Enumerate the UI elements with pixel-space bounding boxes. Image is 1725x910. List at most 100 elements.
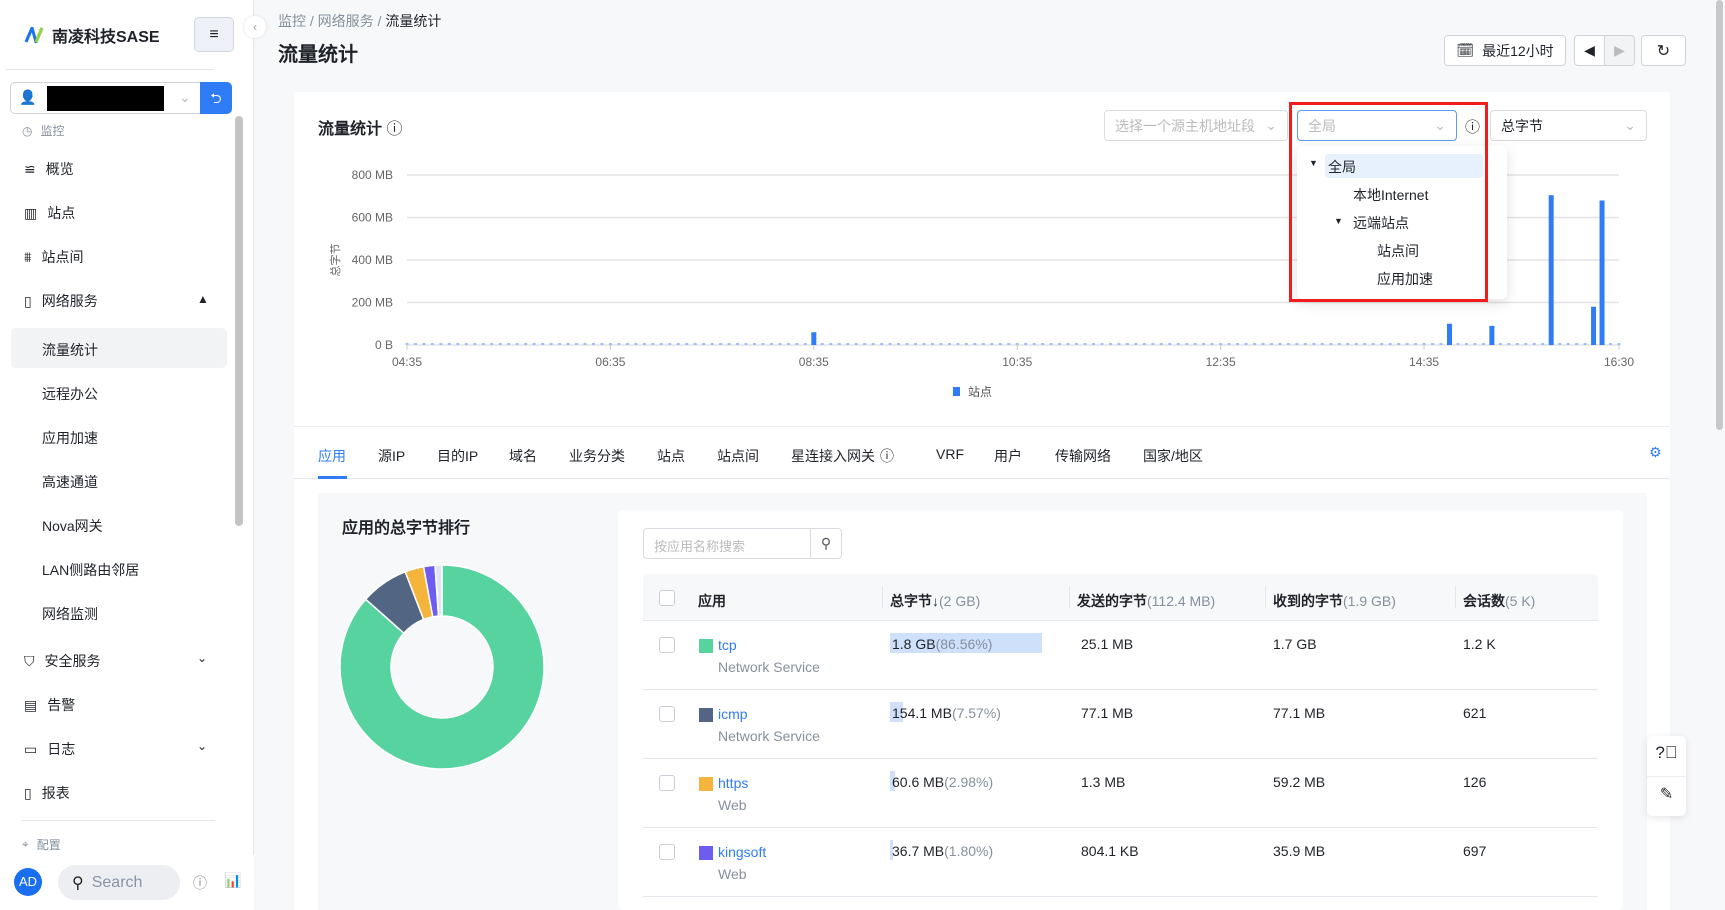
tab-11[interactable]: 国家/地区 <box>1143 446 1203 466</box>
app-name-link[interactable]: icmp <box>718 706 748 722</box>
row-checkbox[interactable] <box>659 844 675 860</box>
bar-baseline <box>1049 343 1053 345</box>
bar-baseline <box>956 343 960 345</box>
sidebar-item-report[interactable]: ▯ 报表 <box>24 783 70 803</box>
legend-swatch <box>953 387 960 396</box>
bar-baseline <box>778 343 782 345</box>
row-checkbox[interactable] <box>659 706 675 722</box>
app-category: Network Service <box>718 728 820 744</box>
sidebar-item-alarm[interactable]: ▤ 告警 <box>24 695 75 715</box>
bar-baseline <box>1134 343 1138 345</box>
table-row[interactable] <box>643 828 1598 897</box>
tab-6[interactable]: 站点间 <box>717 446 759 466</box>
bar-baseline <box>1100 343 1104 345</box>
ranking-title: 应用的总字节排行 <box>342 520 471 537</box>
sidebar-item-lan-neighbors[interactable]: LAN侧路由邻居 <box>42 560 139 580</box>
time-range-button[interactable]: 🗓 最近12小时 <box>1444 35 1566 66</box>
account-selector[interactable]: 👤 ⌄ <box>10 82 201 114</box>
chevron-down-icon: ⌄ <box>197 651 208 665</box>
tab-4[interactable]: 业务分类 <box>569 446 625 466</box>
bar-baseline <box>507 343 511 345</box>
help-button[interactable]: ?⃝ <box>1647 743 1686 763</box>
sidebar-item-network-monitor[interactable]: 网络监测 <box>42 604 98 624</box>
bar[interactable] <box>1489 325 1495 345</box>
bar-baseline <box>880 343 884 345</box>
app-search-button[interactable]: ⚲ <box>810 528 842 559</box>
app-color-swatch <box>699 846 713 860</box>
metric-select[interactable]: 总字节 ⌄ <box>1490 110 1647 141</box>
bar-baseline <box>1024 343 1028 345</box>
page-scrollbar[interactable] <box>1716 0 1723 430</box>
chart-card-title: 流量统计 ⓘ <box>318 121 403 138</box>
bar-baseline <box>1397 343 1401 345</box>
bar-baseline <box>1032 343 1036 345</box>
avatar[interactable]: AD <box>14 868 42 896</box>
tab-3[interactable]: 域名 <box>509 446 537 466</box>
sidebar-item-remote-office[interactable]: 远程办公 <box>42 384 98 404</box>
bar-baseline <box>1151 343 1155 345</box>
sidebar-item-traffic-stats[interactable]: 流量统计 <box>42 340 98 360</box>
prev-period-button[interactable]: ◀ <box>1574 35 1605 66</box>
edit-button[interactable]: ✎ <box>1647 784 1686 804</box>
bar[interactable] <box>1446 323 1452 345</box>
bar[interactable] <box>811 332 817 345</box>
row-checkbox[interactable] <box>659 775 675 791</box>
bar[interactable] <box>1548 195 1554 345</box>
table-row[interactable] <box>643 759 1598 828</box>
column-header-3[interactable]: 收到的字节(1.9 GB) <box>1273 591 1396 611</box>
sidebar-item-express-channel[interactable]: 高速通道 <box>42 472 98 492</box>
sidebar-item-app-acceleration[interactable]: 应用加速 <box>42 428 98 448</box>
next-period-button[interactable]: ▶ <box>1604 35 1635 66</box>
switch-account-button[interactable]: ⮌ <box>200 82 232 114</box>
chart-legend[interactable]: 站点 <box>953 383 992 400</box>
breadcrumb-monitor[interactable]: 监控 <box>278 13 306 29</box>
bar-baseline <box>930 343 934 345</box>
bar-baseline <box>1456 343 1460 345</box>
bar-baseline <box>1515 343 1519 345</box>
settings-gear-icon[interactable]: ⚙ <box>1649 444 1662 461</box>
tab-1[interactable]: 源IP <box>378 446 405 466</box>
table-row[interactable] <box>643 690 1598 759</box>
tab-5[interactable]: 站点 <box>657 446 685 466</box>
tab-10[interactable]: 传输网络 <box>1055 446 1111 466</box>
bar[interactable] <box>1591 306 1597 345</box>
breadcrumb-network-service[interactable]: 网络服务 <box>318 13 374 29</box>
tab-2[interactable]: 目的IP <box>437 446 478 466</box>
tab-0[interactable]: 应用 <box>318 446 346 466</box>
table-row[interactable] <box>643 621 1598 690</box>
bar-baseline <box>1388 343 1392 345</box>
app-search-input[interactable]: 按应用名称搜索 <box>643 528 811 559</box>
app-name-link[interactable]: kingsoft <box>718 844 766 860</box>
sidebar-item-nova-gateway[interactable]: Nova网关 <box>42 516 103 536</box>
info-icon[interactable]: ⓘ <box>386 121 402 138</box>
help-icon[interactable]: ⓘ <box>193 873 207 893</box>
app-name-link[interactable]: tcp <box>718 637 737 653</box>
source-host-select[interactable]: 选择一个源主机地址段 ⌄ <box>1104 110 1288 141</box>
collapse-sidebar-button[interactable]: ‹ <box>244 16 266 38</box>
select-all-checkbox[interactable] <box>659 590 675 606</box>
column-header-0[interactable]: 应用 <box>698 591 726 611</box>
search-button[interactable]: ⚲ Search <box>58 865 180 900</box>
row-checkbox[interactable] <box>659 637 675 653</box>
column-header-4[interactable]: 会话数(5 K) <box>1463 591 1535 611</box>
sidebar-item-log[interactable]: ▭ 日志 <box>24 739 75 759</box>
tab-7[interactable]: 星连接入网关 <box>791 446 875 466</box>
refresh-button[interactable]: ↻ <box>1641 35 1686 66</box>
sidebar-item-network-service[interactable]: ▯ 网络服务 <box>24 291 98 311</box>
bar[interactable] <box>1599 200 1605 346</box>
bar-baseline <box>1524 343 1528 345</box>
info-icon[interactable]: ⓘ <box>880 446 894 466</box>
column-header-1[interactable]: 总字节↓(2 GB) <box>890 591 980 611</box>
tab-8[interactable]: VRF <box>936 446 964 462</box>
sidebar-item-site[interactable]: ▥ 站点 <box>24 203 75 223</box>
sidebar-item-site-to-site[interactable]: ⩩ 站点间 <box>24 247 83 267</box>
column-header-2[interactable]: 发送的字节(112.4 MB) <box>1077 591 1215 611</box>
app-name-link[interactable]: https <box>718 775 748 791</box>
sidebar-item-overview[interactable]: ≌ 概览 <box>24 159 74 179</box>
received-bytes: 59.2 MB <box>1273 774 1326 790</box>
sidebar-item-security[interactable]: ⛉ 安全服务 <box>24 651 101 671</box>
tab-9[interactable]: 用户 <box>994 446 1022 466</box>
menu-toggle-button[interactable]: ≡ <box>194 17 234 52</box>
sidebar-scrollbar[interactable] <box>235 116 243 526</box>
chart-icon[interactable]: 📊 <box>224 872 241 889</box>
